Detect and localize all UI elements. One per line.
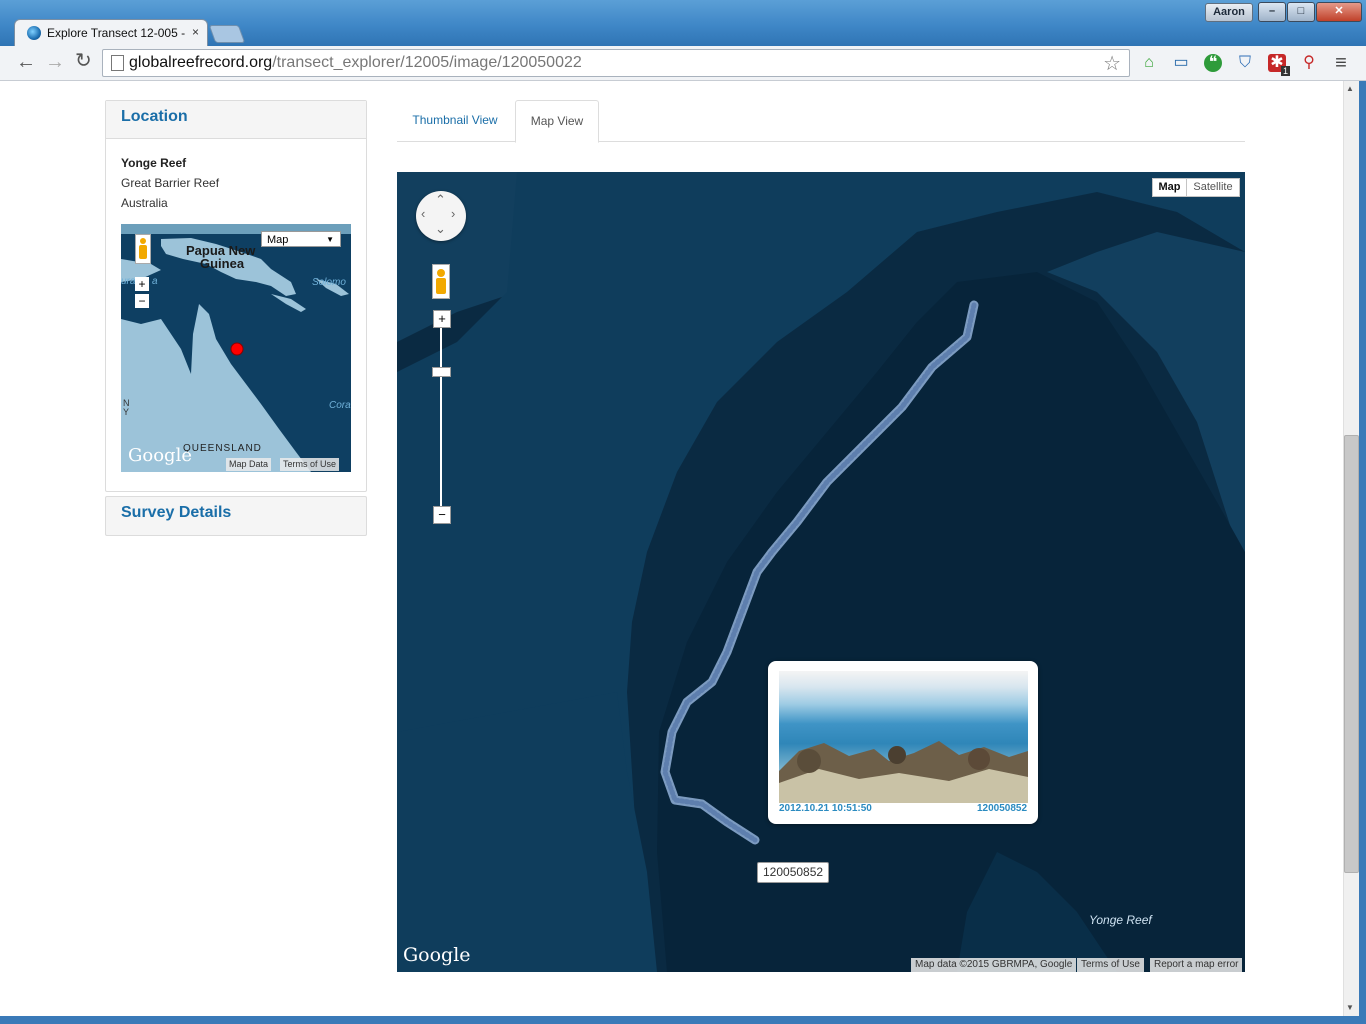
mini-terms-link[interactable]: Terms of Use <box>280 458 340 471</box>
globe-icon <box>27 26 41 40</box>
browser-tab[interactable]: Explore Transect 12-005 - × <box>14 19 208 47</box>
location-title[interactable]: Location <box>121 108 188 126</box>
mini-map-type-select[interactable]: Map ▼ <box>261 231 341 247</box>
transect-map[interactable]: ⌃ ⌄ ‹ › + − Yonge Reef Google <box>397 172 1245 972</box>
mini-label-guinea: Guinea <box>200 256 245 271</box>
mini-label-ura: ura <box>121 276 136 287</box>
track-marker-label[interactable]: 120050852 <box>757 862 830 883</box>
mini-label-a: a <box>152 276 158 287</box>
pan-control[interactable]: ⌃ ⌄ ‹ › <box>416 191 466 241</box>
pan-left-icon[interactable]: ‹ <box>421 206 425 221</box>
mini-label-coral: Cora <box>329 400 351 411</box>
new-tab-button[interactable] <box>208 25 246 43</box>
pan-down-icon[interactable]: ⌄ <box>435 221 446 237</box>
mini-pegman-icon[interactable] <box>135 234 151 264</box>
scrollbar-thumb[interactable] <box>1344 435 1359 873</box>
mini-label-y: Y <box>123 407 130 417</box>
url-path: /transect_explorer/12005/image/120050022 <box>272 54 582 71</box>
tab-title: Explore Transect 12-005 - <box>47 26 186 40</box>
address-bar[interactable]: globalreefrecord.org/transect_explorer/1… <box>102 49 1130 77</box>
zoom-in-button[interactable]: + <box>433 310 451 328</box>
map-type-map-button[interactable]: Map <box>1152 178 1187 197</box>
mini-map-type-value: Map <box>267 234 289 246</box>
report-map-error-link[interactable]: Report a map error <box>1150 958 1243 972</box>
minimize-button[interactable]: – <box>1258 2 1286 22</box>
zoom-out-button[interactable]: − <box>433 506 451 524</box>
mini-zoom-in-button[interactable]: + <box>135 277 149 291</box>
survey-details-title[interactable]: Survey Details <box>121 504 231 522</box>
pan-up-icon[interactable]: ⌃ <box>435 192 446 208</box>
google-logo[interactable]: Google <box>403 944 471 966</box>
mini-label-queensland: QUEENSLAND <box>183 443 262 454</box>
maximize-button[interactable]: □ <box>1287 2 1315 22</box>
address-url: globalreefrecord.org/transect_explorer/1… <box>129 54 582 72</box>
tab-thumbnail-view[interactable]: Thumbnail View <box>400 100 510 141</box>
quote-extension-icon[interactable]: ❝ <box>1204 54 1222 72</box>
url-domain: globalreefrecord.org <box>129 54 273 71</box>
tab-map-view[interactable]: Map View <box>515 100 599 143</box>
screen-capture-extension-icon[interactable]: ▭ <box>1172 54 1190 72</box>
extension-badge: 1 <box>1281 66 1291 76</box>
location-name: Yonge Reef <box>121 156 187 170</box>
reef-photo-image <box>779 741 1028 803</box>
mini-map[interactable]: + − Map ▼ Papua New Guinea Solomo Cora u… <box>121 224 351 472</box>
back-icon[interactable]: ← <box>16 52 36 72</box>
menu-icon[interactable]: ≡ <box>1332 53 1350 73</box>
pegman-icon[interactable] <box>432 264 450 299</box>
map-terms-link[interactable]: Terms of Use <box>1077 958 1144 972</box>
pan-right-icon[interactable]: › <box>451 206 455 221</box>
location-region: Great Barrier Reef <box>121 176 220 190</box>
mini-map-data-link[interactable]: Map Data <box>226 458 272 471</box>
map-type-satellite-button[interactable]: Satellite <box>1186 178 1240 197</box>
location-country: Australia <box>121 196 168 210</box>
profile-button[interactable]: Aaron <box>1205 3 1253 22</box>
page-icon <box>111 55 124 71</box>
home-arrow-extension-icon[interactable]: ⌂ <box>1140 54 1158 72</box>
forward-icon[interactable]: → <box>45 52 65 72</box>
shield-extension-icon[interactable]: ⛉ <box>1236 54 1254 72</box>
scroll-down-icon[interactable]: ▼ <box>1346 1003 1354 1012</box>
photo-image-id: 120050852 <box>977 803 1028 814</box>
mini-google-logo[interactable]: Google <box>128 445 192 466</box>
reload-icon[interactable]: ↻ <box>75 51 92 71</box>
bookmark-star-icon[interactable]: ☆ <box>1103 51 1121 76</box>
close-window-button[interactable]: ✕ <box>1316 2 1362 22</box>
reef-label: Yonge Reef <box>1089 913 1152 927</box>
mini-label-solomon: Solomo <box>312 277 346 288</box>
scroll-up-icon[interactable]: ▲ <box>1346 84 1354 93</box>
transect-map-canvas <box>397 172 1245 972</box>
close-tab-icon[interactable]: × <box>192 25 199 39</box>
zoom-slider-track[interactable] <box>440 326 442 506</box>
window-frame <box>1359 81 1366 1024</box>
window-frame-bottom <box>0 1016 1366 1024</box>
zoom-slider-handle[interactable] <box>432 367 451 377</box>
chevron-down-icon: ▼ <box>326 235 334 244</box>
photo-timestamp: 2012.10.21 10:51:50 <box>779 803 872 814</box>
transect-photo[interactable] <box>779 671 1028 803</box>
mini-zoom-out-button[interactable]: − <box>135 294 149 308</box>
map-attribution: Map data ©2015 GBRMPA, Google <box>911 958 1077 972</box>
map-pin-extension-icon[interactable]: ⚲ <box>1300 54 1318 72</box>
